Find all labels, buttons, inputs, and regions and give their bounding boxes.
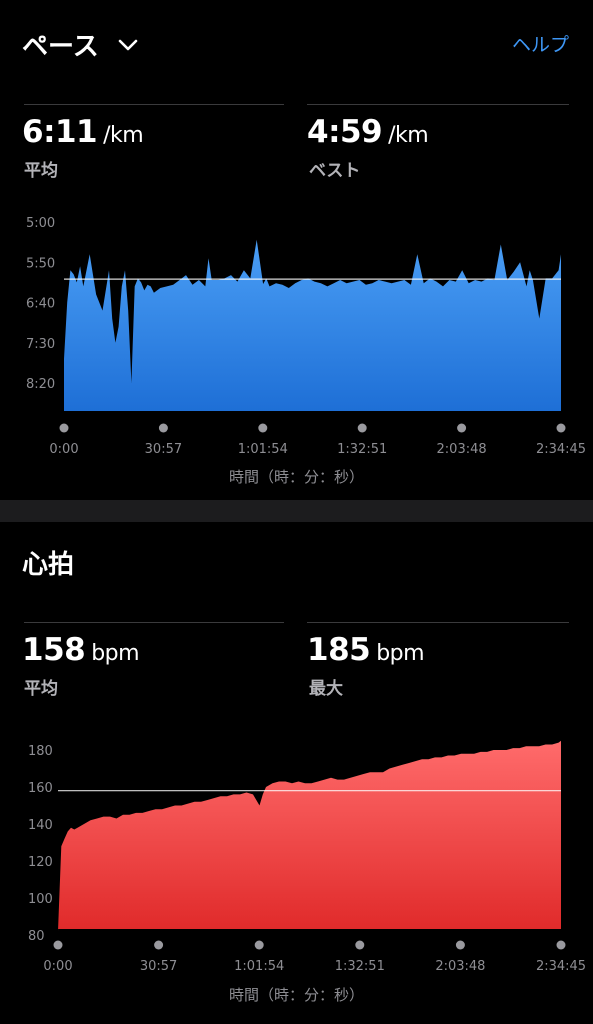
y-tick-label: 5:50	[26, 256, 55, 271]
x-tick-label: 2:34:45	[536, 959, 586, 974]
heart-rate-title: 心拍	[22, 550, 75, 580]
max-hr-value: 185 bpm	[307, 632, 425, 668]
max-hr-number: 185	[307, 632, 371, 668]
x-tick-dot	[457, 423, 467, 433]
x-tick-label: 1:32:51	[335, 959, 385, 974]
metric-selector[interactable]: ペース	[22, 26, 139, 63]
divider	[24, 622, 284, 623]
max-hr-unit: bpm	[376, 641, 425, 666]
x-tick-label: 2:03:48	[437, 442, 487, 457]
y-tick-label: 100	[28, 892, 53, 907]
chevron-down-icon[interactable]	[117, 34, 139, 56]
x-tick-dot	[455, 940, 465, 950]
x-tick-label: 0:00	[43, 959, 72, 974]
heart-rate-section: 心拍 158 bpm 平均 185 bpm 最大 180 160 140 120 100 80…	[0, 522, 593, 1024]
hr-x-axis-title: 時間（時：分：秒）	[228, 986, 364, 1004]
divider	[307, 622, 569, 623]
avg-pace-number: 6:11	[22, 114, 98, 150]
avg-hr-label: 平均	[24, 679, 58, 699]
max-hr-label: 最大	[309, 679, 343, 699]
x-tick-dot	[53, 940, 63, 950]
heart-rate-chart[interactable]: 180 160 140 120 100 80 0:00 30:57 1:01:54 1:32:51…	[0, 732, 593, 994]
avg-hr-unit: bpm	[91, 641, 140, 666]
x-tick-label: 2:03:48	[435, 959, 485, 974]
pace-x-axis-title: 時間（時：分：秒）	[228, 468, 364, 486]
y-tick-label: 180	[28, 744, 53, 759]
y-tick-label: 120	[28, 855, 53, 870]
x-tick-label: 1:32:51	[337, 442, 387, 457]
avg-hr-value: 158 bpm	[22, 632, 140, 668]
x-tick-label: 0:00	[49, 442, 78, 457]
x-tick-label: 1:01:54	[234, 959, 284, 974]
pace-section: ペース ヘルプ 6:11/km 平均 4:59/km ベスト 5:00 5:50 6…	[0, 0, 593, 500]
x-tick-dot	[355, 940, 365, 950]
avg-hr-number: 158	[22, 632, 86, 668]
y-tick-label: 7:30	[26, 337, 55, 352]
best-pace-value: 4:59/km	[307, 114, 429, 150]
y-tick-label: 6:40	[26, 297, 55, 312]
x-tick-label: 30:57	[140, 959, 177, 974]
divider	[307, 104, 569, 105]
x-tick-dot	[258, 423, 268, 433]
x-tick-dot	[357, 423, 367, 433]
avg-pace-value: 6:11/km	[22, 114, 144, 150]
section-divider	[0, 500, 593, 522]
avg-pace-label: 平均	[24, 161, 58, 181]
x-tick-dot	[556, 940, 566, 950]
best-pace-unit: /km	[388, 123, 429, 148]
help-link[interactable]: ヘルプ	[512, 30, 569, 57]
best-pace-label: ベスト	[309, 161, 361, 181]
x-tick-dot	[556, 423, 566, 433]
avg-pace-unit: /km	[103, 123, 144, 148]
y-tick-label: 5:00	[26, 216, 55, 231]
y-tick-label: 160	[28, 781, 53, 796]
pace-area	[64, 239, 561, 411]
divider	[24, 104, 284, 105]
pace-title: ペース	[22, 32, 99, 62]
pace-chart[interactable]: 5:00 5:50 6:40 7:30 8:20 0:00 30:57 1:01:54 1:32…	[0, 200, 593, 460]
y-tick-label: 140	[28, 818, 53, 833]
x-tick-label: 1:01:54	[238, 442, 288, 457]
heart-rate-area	[58, 740, 561, 932]
x-tick-dot	[59, 423, 69, 433]
y-tick-label: 8:20	[26, 377, 55, 392]
best-pace-number: 4:59	[307, 114, 383, 150]
x-tick-dot	[154, 940, 164, 950]
x-tick-label: 30:57	[145, 442, 182, 457]
x-tick-dot	[254, 940, 264, 950]
x-tick-dot	[158, 423, 168, 433]
y-tick-label: 80	[28, 929, 45, 944]
x-tick-label: 2:34:45	[536, 442, 586, 457]
